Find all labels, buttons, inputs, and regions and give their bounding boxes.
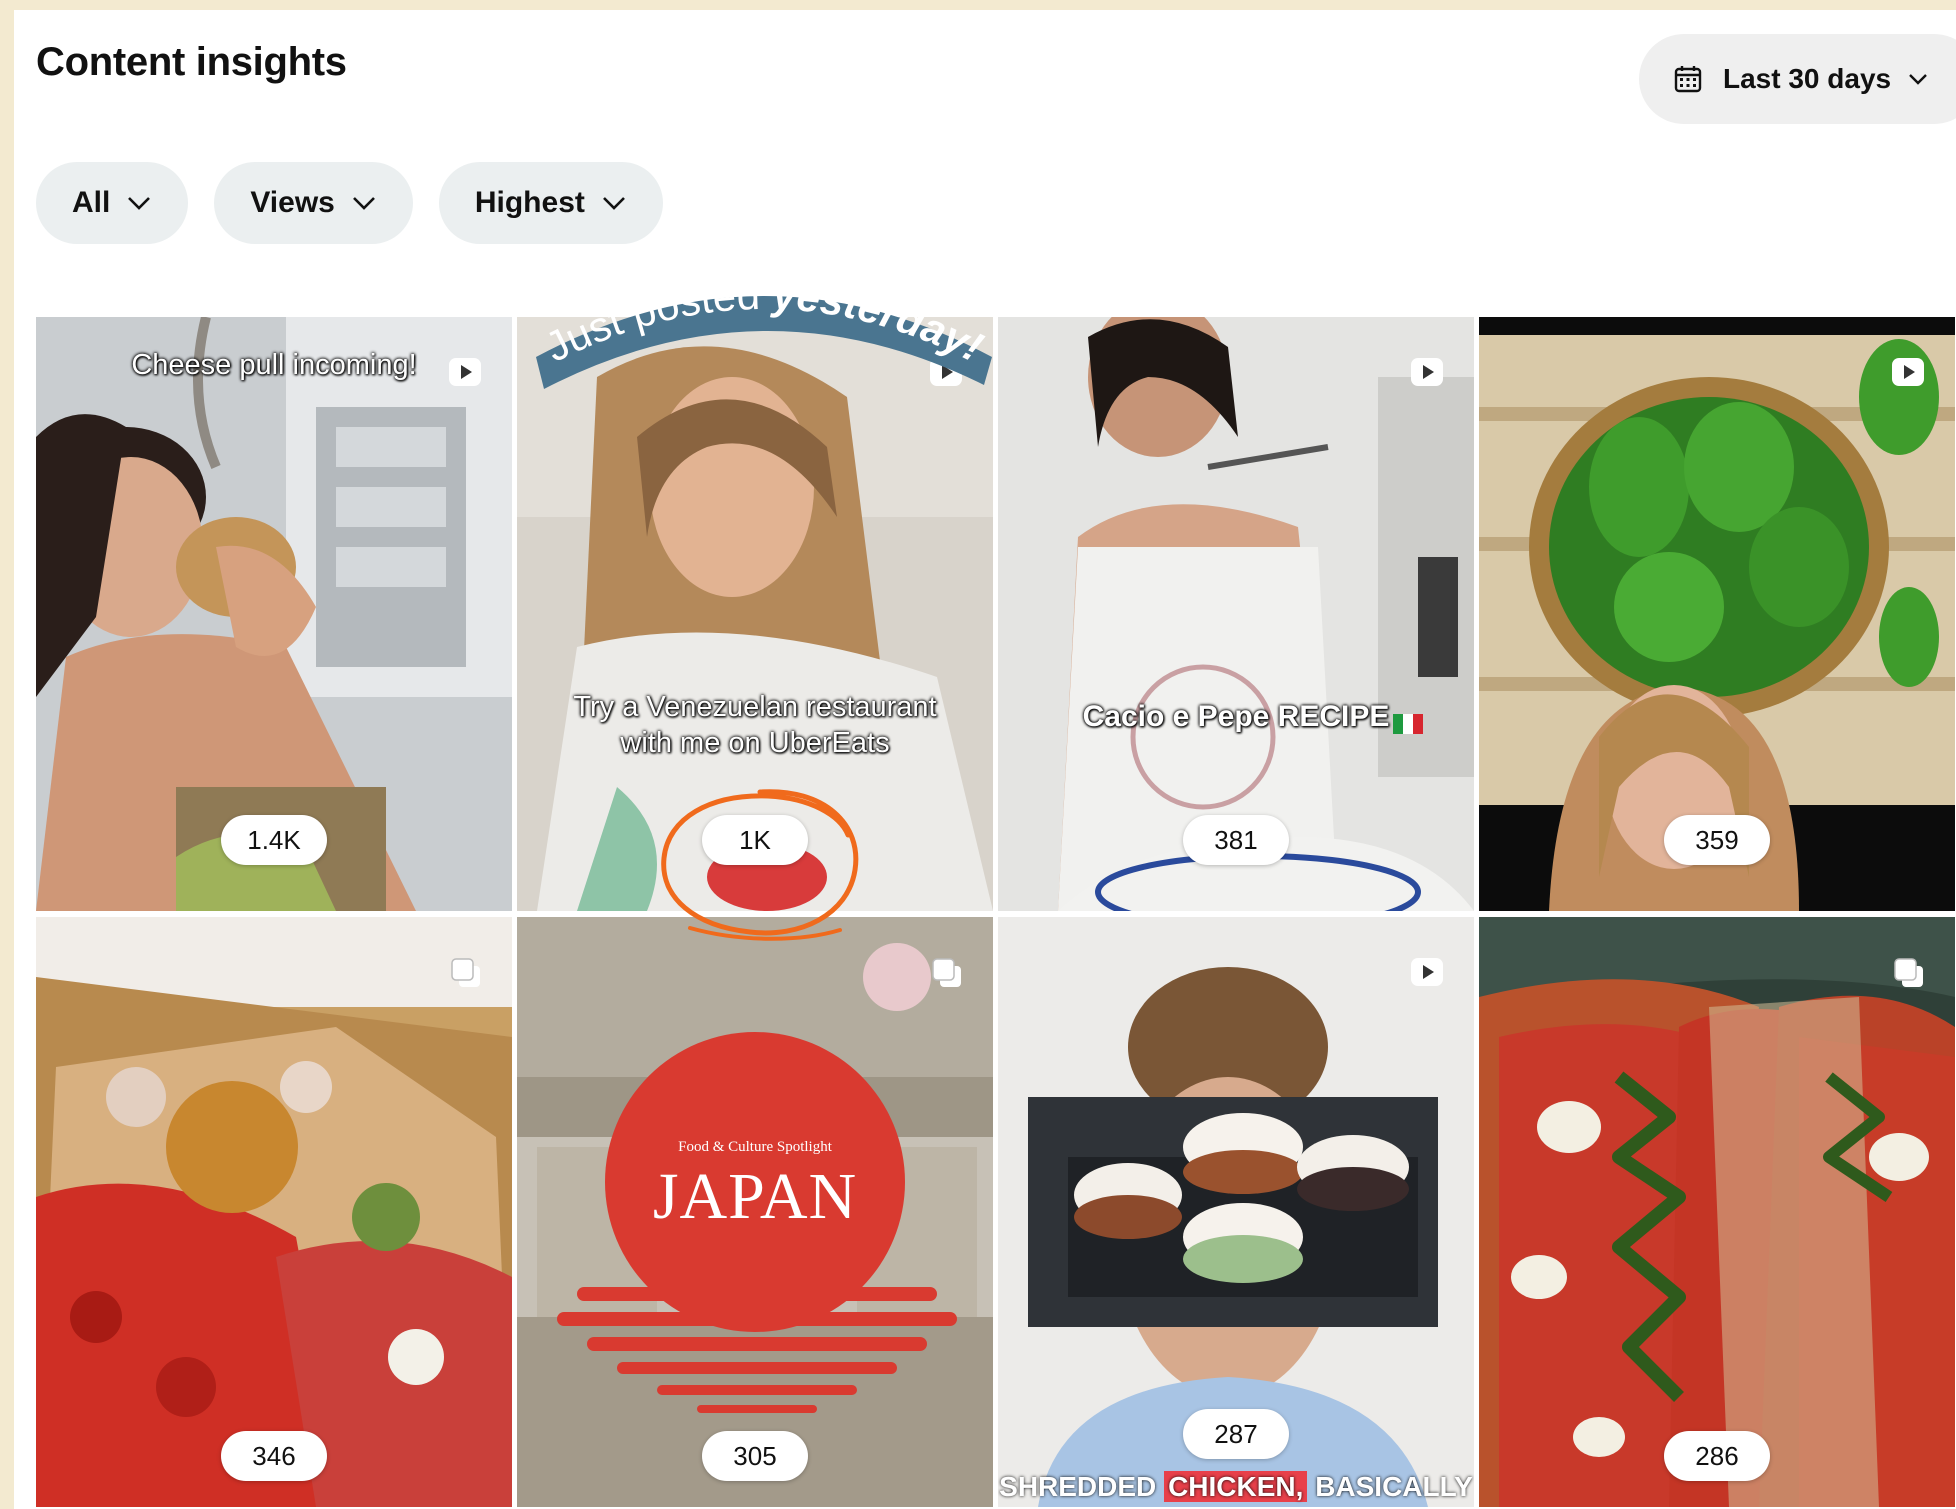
view-count-badge: 1.4K xyxy=(221,815,327,865)
post-caption: Try a Venezuelan restaurant with me on U… xyxy=(517,689,993,761)
video-icon xyxy=(1410,957,1444,992)
view-count-badge: 287 xyxy=(1183,1409,1289,1459)
overlay-subtitle: Food & Culture Spotlight xyxy=(678,1139,832,1155)
caption-line: with me on UberEats xyxy=(620,727,890,759)
content-tile[interactable]: Cacio e Pepe RECIPE 381 xyxy=(998,317,1474,911)
content-tile[interactable]: SHREDDED CHICKEN, BASICALLY 287 xyxy=(998,917,1474,1507)
content-insights-panel: Content insights Last 30 days All Views … xyxy=(14,10,1956,1509)
chevron-down-icon xyxy=(351,195,377,211)
content-tile[interactable]: 359 xyxy=(1479,317,1955,911)
caption-word: SHREDDED xyxy=(999,1471,1157,1502)
content-tile[interactable]: 286 xyxy=(1479,917,1955,1507)
post-caption: SHREDDED CHICKEN, BASICALLY xyxy=(998,1471,1474,1503)
view-count-badge: 381 xyxy=(1183,815,1289,865)
calendar-icon xyxy=(1673,64,1703,94)
video-icon xyxy=(1410,357,1444,392)
caption-word: BASICALLY xyxy=(1315,1471,1473,1502)
highlight-circle-annotation xyxy=(661,789,859,941)
date-range-button[interactable]: Last 30 days xyxy=(1639,34,1956,124)
page-title: Content insights xyxy=(36,40,347,84)
carousel-icon xyxy=(450,957,482,994)
video-icon xyxy=(448,357,482,392)
filter-content-type[interactable]: All xyxy=(36,162,189,244)
video-icon xyxy=(1891,357,1925,392)
post-caption: Cheese pull incoming! xyxy=(131,349,417,381)
view-count-badge: 346 xyxy=(221,1431,327,1481)
filter-label: All xyxy=(72,186,111,219)
content-tile[interactable]: Food & Culture Spotlight JAPAN 305 xyxy=(517,917,993,1507)
date-range-label: Last 30 days xyxy=(1723,63,1892,94)
view-count-badge: 286 xyxy=(1664,1431,1770,1481)
content-tile[interactable]: Cheese pull incoming! 1.4K xyxy=(36,317,512,911)
view-count-badge: 359 xyxy=(1664,815,1770,865)
filter-metric[interactable]: Views xyxy=(214,162,413,244)
chevron-down-icon xyxy=(601,195,627,211)
overlay-title: JAPAN xyxy=(652,1160,858,1233)
filter-sort-order[interactable]: Highest xyxy=(438,162,663,244)
chevron-down-icon xyxy=(126,195,152,211)
filter-label: Views xyxy=(250,186,335,219)
caption-line: Try a Venezuelan restaurant xyxy=(573,691,937,723)
content-tile[interactable]: 346 xyxy=(36,917,512,1507)
just-posted-callout: Just posted yesterday! xyxy=(536,271,992,389)
italy-flag-icon xyxy=(1393,714,1423,739)
carousel-icon xyxy=(1893,957,1925,994)
filter-label: Highest xyxy=(474,186,585,219)
post-thumbnail xyxy=(1479,917,1955,1507)
content-grid: Cheese pull incoming! 1.4K Try a Venezue… xyxy=(36,317,1955,1507)
chevron-down-icon xyxy=(1907,72,1929,86)
view-count-badge: 305 xyxy=(702,1431,808,1481)
filter-bar: All Views Highest xyxy=(36,162,663,244)
carousel-icon xyxy=(931,957,963,994)
caption-word-highlight: CHICKEN, xyxy=(1164,1471,1308,1502)
post-thumbnail xyxy=(36,917,512,1507)
